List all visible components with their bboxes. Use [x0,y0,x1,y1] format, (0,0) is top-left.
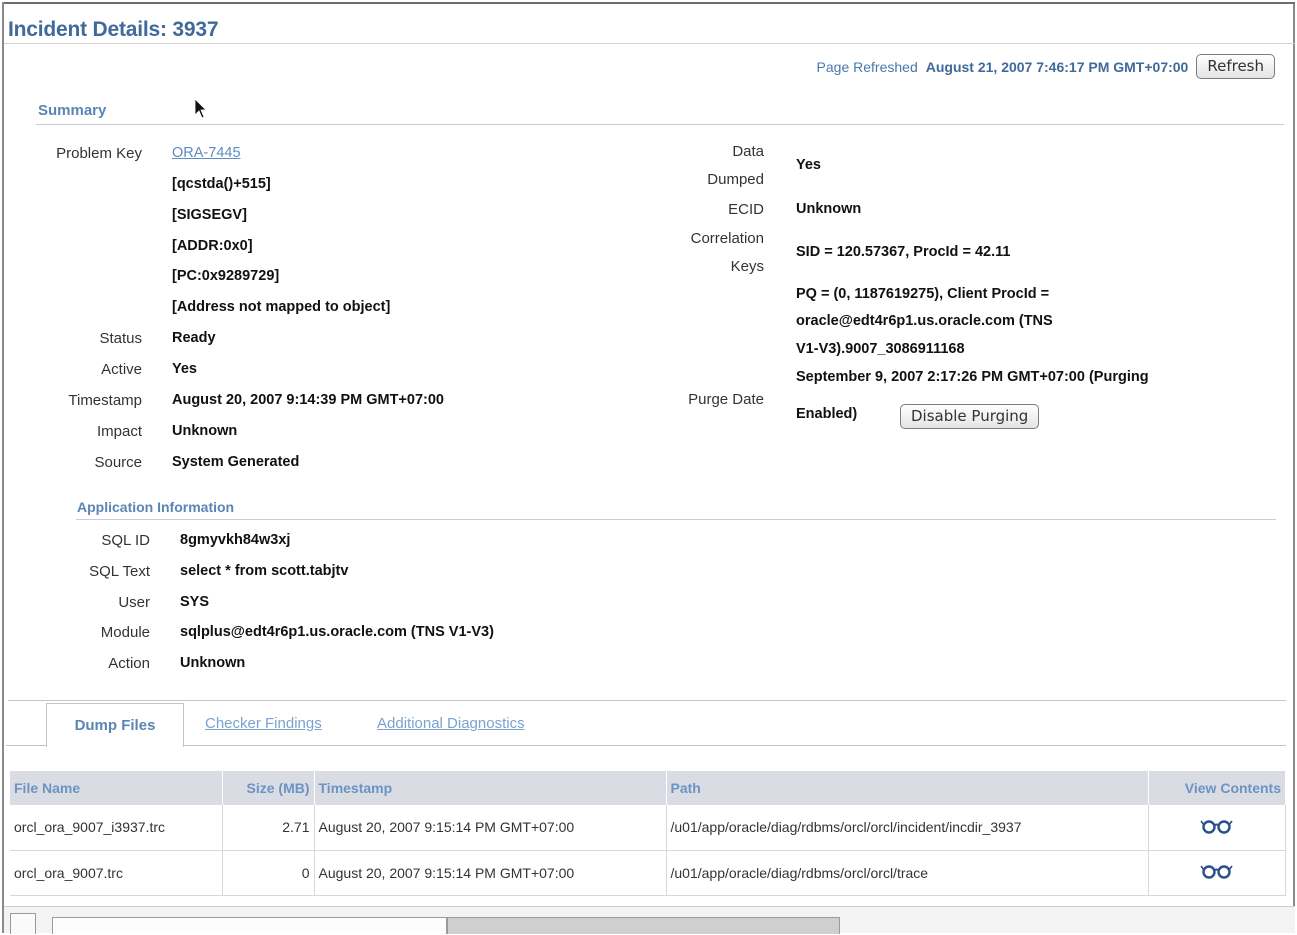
taskbar-window-tab[interactable] [52,917,447,934]
problem-key-label: Problem Key [56,145,142,162]
page-frame: Incident Details: 3937 Page Refreshed Au… [2,2,1295,934]
problem-key-link[interactable]: ORA-7445 [172,145,241,161]
purge-date-value: September 9, 2007 2:17:26 PM GMT+07:00 (… [796,369,1149,385]
correlation-keys-label: Correlation [690,230,764,247]
data-dumped-value: Yes [796,157,821,173]
column-header-timestamp[interactable]: Timestamp [314,771,667,805]
tab-checker-findings[interactable]: Checker Findings [205,715,322,732]
path-cell: /u01/app/oracle/diag/rdbms/orcl/orcl/tra… [666,850,1149,896]
column-header-size[interactable]: Size (MB) [222,771,315,805]
purge-date-label: Purge Date [688,391,764,408]
file-name-cell: orcl_ora_9007.trc [10,850,223,896]
page-refreshed-label: Page Refreshed [816,58,918,75]
problem-key-value: ORA-7445 [172,145,241,161]
page-title: Incident Details: 3937 [8,18,219,41]
timestamp-cell: August 20, 2007 9:15:14 PM GMT+07:00 [314,850,667,896]
correlation-keys-value: oracle@edt4r6p1.us.oracle.com (TNS [796,313,1053,329]
path-cell: /u01/app/oracle/diag/rdbms/orcl/orcl/inc… [666,805,1149,851]
data-dumped-label: Dumped [707,171,764,188]
column-header-path[interactable]: Path [666,771,1149,805]
size-cell: 2.71 [222,805,315,851]
sql-text-label: SQL Text [89,563,150,580]
module-label: Module [100,624,150,641]
ecid-label: ECID [728,201,764,218]
sql-id-label: SQL ID [101,532,150,549]
sql-text-value: select * from scott.tabjtv [180,563,349,579]
dump-files-table: File Name Size (MB) Timestamp Path View … [10,771,1286,896]
data-dumped-label: Data [732,143,764,160]
status-value: Ready [172,330,216,346]
problem-key-line: [ADDR:0x0] [172,238,253,254]
refresh-button[interactable]: Refresh [1196,54,1275,79]
ecid-value: Unknown [796,201,862,217]
taskbar-strip [4,906,1295,934]
glasses-icon[interactable] [1200,818,1234,837]
disable-purging-button[interactable]: Disable Purging [900,404,1040,429]
tabs-baseline [183,745,1286,746]
impact-value: Unknown [172,423,238,439]
problem-key-line: [qcstda()+515] [172,176,271,192]
refresh-row: Page Refreshed August 21, 2007 7:46:17 P… [817,54,1275,79]
problem-key-line: [Address not mapped to object] [172,299,391,315]
column-header-view-contents: View Contents [1148,771,1286,805]
action-label: Action [108,655,150,672]
taskbar-button[interactable] [10,913,36,934]
module-value: sqlplus@edt4r6p1.us.oracle.com (TNS V1-V… [180,624,494,640]
correlation-keys-label: Keys [730,258,764,275]
timestamp-value: August 20, 2007 9:14:39 PM GMT+07:00 [172,392,444,408]
tab-additional-diagnostics[interactable]: Additional Diagnostics [377,715,525,732]
glasses-icon[interactable] [1200,863,1234,882]
timestamp-label: Timestamp [68,392,142,409]
table-row: orcl_ora_9007_i3937.trc 2.71 August 20, … [10,805,1286,851]
detail-tabs: Dump Files Checker Findings Additional D… [6,699,1286,747]
correlation-keys-value: SID = 120.57367, ProcId = 42.11 [796,244,1011,260]
correlation-keys-value: PQ = (0, 1187619275), Client ProcId = [796,286,1050,302]
source-label: Source [94,454,142,471]
taskbar-window-tab[interactable] [447,917,840,934]
user-value: SYS [180,594,210,610]
file-name-cell: orcl_ora_9007_i3937.trc [10,805,223,851]
tabs-baseline [6,745,46,746]
view-contents-cell [1148,805,1286,851]
summary-divider [36,124,1284,125]
active-value: Yes [172,361,197,377]
impact-label: Impact [96,423,142,440]
user-label: User [118,594,150,611]
column-header-file-name[interactable]: File Name [10,771,223,805]
problem-key-line: [SIGSEGV] [172,207,247,223]
sql-id-value: 8gmyvkh84w3xj [180,532,291,548]
view-contents-cell [1148,850,1286,896]
size-cell: 0 [222,850,315,896]
table-row: orcl_ora_9007.trc 0 August 20, 2007 9:15… [10,850,1286,896]
application-information-header: Application Information [77,499,235,515]
mouse-pointer-icon [194,98,207,119]
timestamp-cell: August 20, 2007 9:15:14 PM GMT+07:00 [314,805,667,851]
status-label: Status [99,330,142,347]
action-value: Unknown [180,655,246,671]
table-header-row: File Name Size (MB) Timestamp Path View … [10,771,1286,805]
active-label: Active [101,361,142,378]
source-value: System Generated [172,454,300,470]
correlation-keys-value: V1-V3).9007_3086911168 [796,341,965,357]
application-information-divider [76,519,1276,520]
title-bar: Incident Details: 3937 [4,2,1295,44]
tab-dump-files[interactable]: Dump Files [46,703,184,747]
page-refreshed-value: August 21, 2007 7:46:17 PM GMT+07:00 [925,58,1189,75]
problem-key-line: [PC:0x9289729] [172,268,280,284]
purge-date-value: Enabled) [796,406,858,422]
summary-header: Summary [38,102,107,119]
